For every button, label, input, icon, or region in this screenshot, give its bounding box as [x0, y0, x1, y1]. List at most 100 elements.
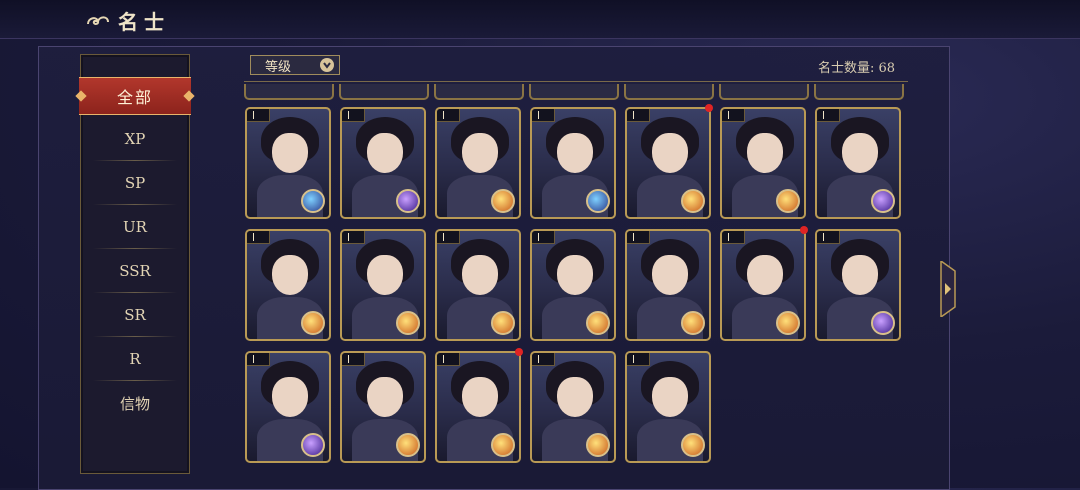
character-card[interactable] [530, 229, 616, 341]
level-badge [437, 353, 460, 366]
partial-card[interactable] [719, 84, 809, 100]
level-badge [247, 231, 270, 244]
character-card[interactable] [340, 107, 426, 219]
character-card[interactable] [340, 229, 426, 341]
character-card[interactable] [720, 229, 806, 341]
portrait-face [557, 377, 593, 417]
character-card[interactable] [245, 107, 331, 219]
portrait-face [367, 377, 403, 417]
sidebar-item-label: SP [124, 174, 146, 192]
page-title: 名士 [118, 10, 170, 34]
level-badge [722, 109, 745, 122]
partial-card[interactable] [339, 84, 429, 100]
portrait-face [462, 377, 498, 417]
character-card[interactable] [720, 107, 806, 219]
character-card[interactable] [245, 229, 331, 341]
character-card[interactable] [435, 351, 521, 463]
character-card[interactable] [815, 229, 901, 341]
portrait-face [652, 255, 688, 295]
sidebar-item-sr[interactable]: SR [93, 293, 177, 337]
portrait-face [272, 377, 308, 417]
level-badge [247, 353, 270, 366]
level-badge [627, 109, 650, 122]
sort-dropdown[interactable]: 等级 [250, 55, 340, 75]
sidebar-item-ur[interactable]: UR [93, 205, 177, 249]
level-badge [627, 231, 650, 244]
gold-element-orb-icon [586, 311, 610, 335]
gold-element-orb-icon [491, 189, 515, 213]
gold-element-orb-icon [776, 311, 800, 335]
level-badge [722, 231, 745, 244]
sidebar-item-sp[interactable]: SP [93, 161, 177, 205]
title-group: 名士 [84, 6, 170, 35]
sidebar-item-label: SSR [119, 262, 151, 280]
roster-count: 名士数量: 68 [818, 61, 896, 76]
level-badge [817, 231, 840, 244]
category-sidebar: 全部 XP SP UR SSR SR R 信物 [75, 54, 195, 474]
gold-element-orb-icon [681, 311, 705, 335]
chevron-down-icon [320, 58, 334, 72]
notification-dot [705, 104, 713, 112]
level-badge [342, 109, 365, 122]
sidebar-item-r[interactable]: R [93, 337, 177, 381]
character-card[interactable] [245, 351, 331, 463]
portrait-face [367, 133, 403, 173]
sidebar-item-tokens[interactable]: 信物 [93, 381, 177, 425]
cloud-swirl-icon [87, 15, 109, 25]
character-card[interactable] [625, 107, 711, 219]
sidebar-item-label: R [129, 350, 141, 368]
character-card[interactable] [625, 229, 711, 341]
level-badge [532, 353, 555, 366]
gold-element-orb-icon [586, 433, 610, 457]
character-card[interactable] [435, 107, 521, 219]
character-card[interactable] [340, 351, 426, 463]
gold-element-orb-icon [301, 311, 325, 335]
blue-element-orb-icon [301, 189, 325, 213]
gold-element-orb-icon [396, 433, 420, 457]
sidebar-item-ssr[interactable]: SSR [93, 249, 177, 293]
sidebar-item-label: XP [124, 130, 146, 148]
level-badge [247, 109, 270, 122]
sidebar-item-all[interactable]: 全部 [75, 77, 195, 115]
gold-element-orb-icon [491, 433, 515, 457]
purple-element-orb-icon [871, 311, 895, 335]
partial-card[interactable] [814, 84, 904, 100]
portrait-face [652, 377, 688, 417]
purple-element-orb-icon [301, 433, 325, 457]
portrait-face [272, 255, 308, 295]
side-tab-arrow-icon[interactable] [939, 261, 957, 317]
level-badge [437, 231, 460, 244]
character-card[interactable] [530, 107, 616, 219]
partial-card[interactable] [244, 84, 334, 100]
portrait-face [842, 133, 878, 173]
portrait-face [557, 255, 593, 295]
purple-element-orb-icon [396, 189, 420, 213]
character-card[interactable] [530, 351, 616, 463]
sidebar-item-label: 全部 [116, 88, 153, 107]
notification-dot [800, 226, 808, 234]
character-card[interactable] [435, 229, 521, 341]
gold-element-orb-icon [491, 311, 515, 335]
level-badge [532, 109, 555, 122]
partial-card[interactable] [624, 84, 714, 100]
sidebar-item-xp[interactable]: XP [93, 117, 177, 161]
purple-element-orb-icon [871, 189, 895, 213]
gold-element-orb-icon [681, 189, 705, 213]
partial-card[interactable] [529, 84, 619, 100]
level-badge [532, 231, 555, 244]
divider [244, 81, 908, 82]
portrait-face [367, 255, 403, 295]
portrait-face [557, 133, 593, 173]
partial-card[interactable] [434, 84, 524, 100]
level-badge [342, 353, 365, 366]
gold-element-orb-icon [776, 189, 800, 213]
level-badge [627, 353, 650, 366]
character-card[interactable] [815, 107, 901, 219]
sidebar-item-label: UR [123, 218, 147, 236]
sidebar-item-label: 信物 [119, 394, 150, 413]
top-bar: 名士 [0, 0, 1080, 39]
gold-element-orb-icon [396, 311, 420, 335]
gold-element-orb-icon [681, 433, 705, 457]
character-card[interactable] [625, 351, 711, 463]
portrait-face [652, 133, 688, 173]
